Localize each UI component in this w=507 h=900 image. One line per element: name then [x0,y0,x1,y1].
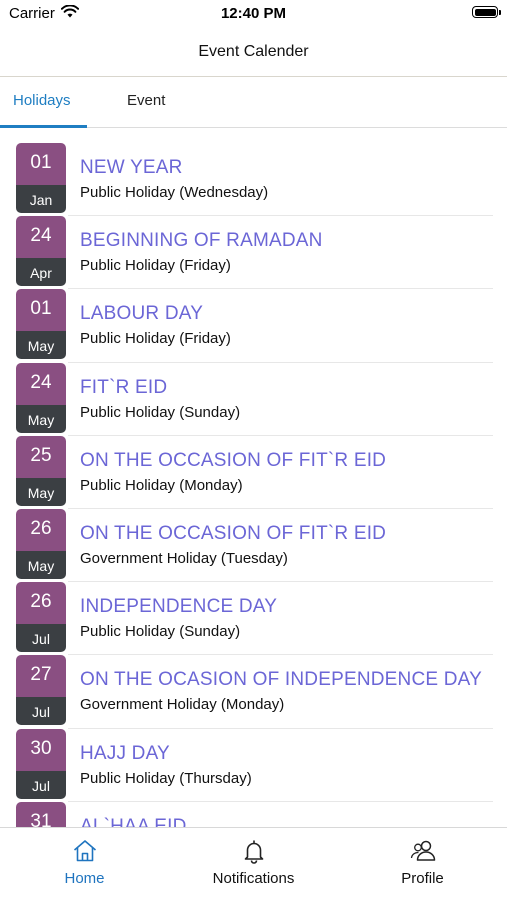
bell-icon [241,838,267,864]
tabbar-notifications[interactable]: Notifications [169,828,338,900]
holiday-type: Government Holiday (Monday) [80,696,285,714]
holiday-title: ON THE OCASION OF INDEPENDENCE DAY [80,669,482,691]
holiday-type: Public Holiday (Friday) [80,257,231,275]
date-month: Apr [16,258,66,287]
date-badge: 26 Jul [16,582,66,653]
tab-holidays[interactable]: Holidays [13,92,71,109]
nav-bar: Event Calender [0,28,507,77]
tab-indicator [0,125,87,128]
holiday-row[interactable]: 01 Jan NEW YEAR Public Holiday (Wednesday) [0,143,507,217]
date-day: 01 [16,143,66,185]
date-month: Jul [16,624,66,653]
tabbar-profile[interactable]: Profile [338,828,507,900]
segment-tabs: Holidays Event [0,77,507,128]
holiday-type: Public Holiday (Thursday) [80,769,252,787]
date-day: 24 [16,362,66,405]
holiday-row[interactable]: 24 May FIT`R EID Public Holiday (Sunday) [0,362,507,436]
holiday-row[interactable]: 26 Jul INDEPENDENCE DAY Public Holiday (Sun… [0,582,507,656]
date-day: 25 [16,435,66,478]
holiday-type: Public Holiday (Monday) [80,476,243,494]
holiday-row[interactable]: 26 May ON THE OCCASION OF FIT`R EID Governm… [0,508,507,583]
date-day: 26 [16,508,66,551]
holiday-type: Government Holiday (Tuesday) [80,549,288,567]
holiday-type: Public Holiday (Friday) [80,330,231,348]
date-month: May [16,331,66,360]
status-bar: Carrier 12:40 PM [0,0,507,28]
holiday-type: Public Holiday (Wednesday) [80,184,269,201]
holiday-type: Public Holiday (Sunday) [80,403,241,421]
date-badge: 01 Jan [16,143,66,213]
app-screen: Carrier 12:40 PM Event Calender Holidays… [0,0,507,900]
date-day: 26 [16,582,66,625]
holiday-title: HAJJ DAY [80,742,170,764]
date-month: May [16,404,66,433]
holiday-row[interactable]: 30 Jul HAJJ DAY Public Holiday (Thursday) [0,728,507,802]
holiday-type: Public Holiday (Sunday) [80,623,241,641]
holiday-list[interactable]: 01 Jan NEW YEAR Public Holiday (Wednesday) 2… [0,143,507,875]
holiday-row[interactable]: 24 Apr BEGINNING OF RAMADAN Public Holiday … [0,216,507,290]
date-badge: 26 May [16,508,66,579]
battery-icon [472,6,501,18]
bottom-tab-bar: Home Notifications Profile [0,827,507,900]
date-day: 01 [16,289,66,332]
date-badge: 27 Jul [16,655,66,726]
date-badge: 30 Jul [16,728,66,799]
holiday-title: FIT`R EID [80,376,168,398]
date-day: 27 [16,655,66,698]
holiday-title: NEW YEAR [80,157,183,178]
profile-icon [410,838,436,864]
holiday-row[interactable]: 01 May LABOUR DAY Public Holiday (Friday) [0,289,507,363]
holiday-title: INDEPENDENCE DAY [80,596,278,618]
holiday-title: LABOUR DAY [80,303,204,325]
holiday-row[interactable]: 25 May ON THE OCCASION OF FIT`R EID Public … [0,435,507,509]
tabbar-home[interactable]: Home [0,828,169,900]
status-time: 12:40 PM [220,5,287,22]
date-badge: 01 May [16,289,66,360]
date-badge: 24 May [16,362,66,433]
date-month: Jul [16,697,66,726]
date-day: 30 [16,728,66,771]
tab-event[interactable]: Event [127,92,165,109]
tabbar-profile-label: Profile [401,870,444,887]
date-month: Jan [16,185,66,213]
holiday-title: BEGINNING OF RAMADAN [80,230,323,252]
home-icon [72,838,98,864]
date-month: Jul [16,770,66,799]
page-title: Event Calender [198,43,309,60]
holiday-title: ON THE OCCASION OF FIT`R EID [80,449,387,471]
holiday-row[interactable]: 27 Jul ON THE OCASION OF INDEPENDENCE DAY G… [0,655,507,729]
holiday-title: ON THE OCCASION OF FIT`R EID [80,522,387,544]
date-month: May [16,550,66,579]
date-day: 24 [16,216,66,259]
date-badge: 25 May [16,435,66,506]
tabbar-home-label: Home [64,870,105,887]
tabbar-notifications-label: Notifications [212,870,295,887]
date-badge: 24 Apr [16,216,66,287]
date-month: May [16,477,66,506]
